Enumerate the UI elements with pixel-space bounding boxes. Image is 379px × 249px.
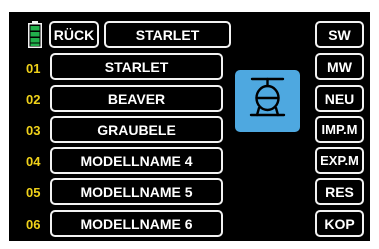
model-slot-number-02: 02 xyxy=(26,92,41,107)
model-slot-03-button[interactable]: GRAUBELE xyxy=(50,116,223,143)
model-slot-05-button[interactable]: MODELLNAME 5 xyxy=(50,178,223,205)
helicopter-icon xyxy=(235,70,300,132)
model-slot-number-01: 01 xyxy=(26,61,41,76)
model-slot-number-06: 06 xyxy=(26,217,41,232)
import-model-button[interactable]: IMP.M xyxy=(315,116,364,143)
model-slot-02-button[interactable]: BEAVER xyxy=(50,85,223,112)
neu-button[interactable]: NEU xyxy=(315,85,364,112)
model-slot-06-button[interactable]: MODELLNAME 6 xyxy=(50,210,223,237)
battery-icon xyxy=(28,21,42,48)
model-slot-number-05: 05 xyxy=(26,185,41,200)
reset-button[interactable]: RES xyxy=(315,178,364,205)
model-slot-01-button[interactable]: STARLET xyxy=(50,53,223,80)
back-button[interactable]: RÜCK xyxy=(49,21,99,48)
copy-button[interactable]: KOP xyxy=(315,210,364,237)
model-select-screen: RÜCK STARLET 01 STARLET 02 BEAVER 03 GRA… xyxy=(9,12,370,241)
export-model-button[interactable]: EXP.M xyxy=(315,147,364,174)
model-slot-number-04: 04 xyxy=(26,154,41,169)
current-model-label: STARLET xyxy=(104,21,231,48)
model-slot-number-03: 03 xyxy=(26,123,41,138)
mw-button[interactable]: MW xyxy=(315,53,364,80)
model-slot-04-button[interactable]: MODELLNAME 4 xyxy=(50,147,223,174)
sw-button[interactable]: SW xyxy=(315,21,364,48)
